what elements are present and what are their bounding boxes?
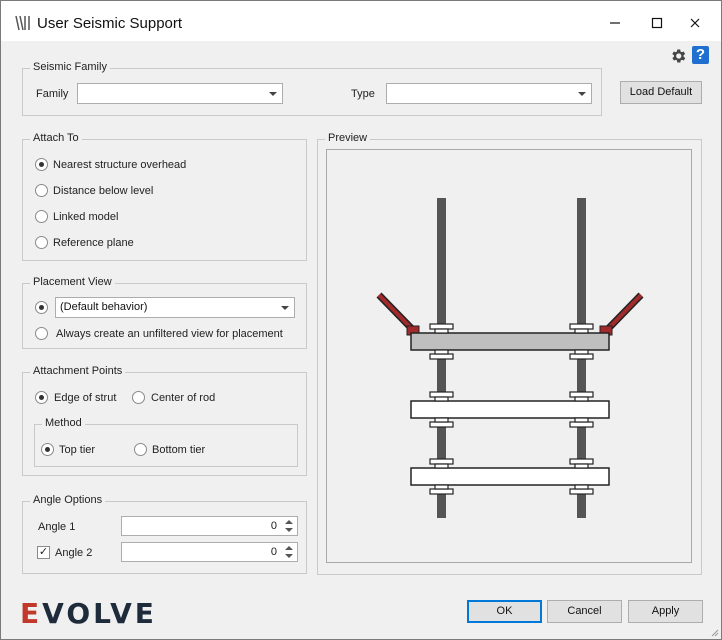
minimize-button[interactable] (595, 9, 635, 37)
family-combo[interactable] (77, 83, 283, 104)
placement-view-value: (Default behavior) (60, 301, 148, 313)
family-label: Family (36, 88, 69, 100)
placement-view-combo[interactable]: (Default behavior) (55, 297, 295, 318)
maximize-icon (651, 17, 663, 29)
chevron-down-icon (269, 92, 277, 96)
middle-strut (410, 400, 610, 419)
angle2-checkbox[interactable]: ✓ (37, 546, 50, 559)
preview-canvas (326, 149, 692, 563)
attach-distance-radio[interactable] (35, 184, 48, 197)
close-button[interactable] (675, 9, 715, 37)
attach-reference-label: Reference plane (53, 237, 134, 249)
right-brace (599, 292, 644, 336)
bottom-strut (410, 467, 610, 486)
placement-view-legend: Placement View (30, 276, 115, 288)
left-brace (376, 292, 420, 336)
attach-nearest-label: Nearest structure overhead (53, 159, 187, 171)
type-combo[interactable] (386, 83, 592, 104)
minimize-icon (610, 22, 620, 24)
ok-button[interactable]: OK (467, 600, 542, 623)
top-tier-radio[interactable] (41, 443, 54, 456)
spin-down-icon (285, 554, 293, 558)
top-tier-label: Top tier (59, 444, 96, 456)
attach-to-legend: Attach To (30, 132, 82, 144)
seismic-family-legend: Seismic Family (30, 61, 110, 73)
attach-distance-label: Distance below level (53, 185, 154, 197)
method-legend: Method (42, 417, 85, 429)
bottom-tier-radio[interactable] (134, 443, 147, 456)
load-default-button[interactable]: Load Default (620, 81, 702, 104)
help-icon[interactable]: ? (692, 46, 709, 64)
angle1-spinner[interactable] (283, 518, 295, 534)
spin-down-icon (285, 528, 293, 532)
center-of-rod-radio[interactable] (132, 391, 145, 404)
angle2-value: 0 (270, 546, 277, 558)
type-label: Type (351, 88, 375, 100)
placement-unfiltered-label: Always create an unfiltered view for pla… (56, 328, 283, 340)
maximize-button[interactable] (637, 9, 677, 37)
placement-unfiltered-radio[interactable] (35, 327, 48, 340)
window-title: User Seismic Support (37, 15, 183, 32)
angle1-label: Angle 1 (38, 521, 76, 533)
attach-reference-radio[interactable] (35, 236, 48, 249)
angle-options-legend: Angle Options (30, 494, 106, 506)
angle2-label: Angle 2 (55, 547, 93, 559)
support-diagram (376, 198, 644, 518)
angle-options-group: Angle Options (22, 494, 307, 574)
evolve-logo: EVOLVE (20, 597, 157, 630)
placement-default-radio[interactable] (35, 301, 48, 314)
dialog-window: User Seismic Support ? Seismic Family Fa… (0, 0, 722, 640)
edge-of-strut-label: Edge of strut (54, 392, 117, 404)
chevron-down-icon (578, 92, 586, 96)
resize-grip-icon[interactable] (709, 627, 719, 637)
spin-up-icon (285, 520, 293, 524)
preview-legend: Preview (325, 132, 371, 144)
edge-of-strut-radio[interactable] (35, 391, 48, 404)
angle1-input[interactable]: 0 (121, 516, 298, 536)
gear-icon[interactable] (669, 47, 687, 65)
app-icon (15, 15, 30, 31)
attach-nearest-radio[interactable] (35, 158, 48, 171)
center-of-rod-label: Center of rod (151, 392, 216, 404)
angle2-input[interactable]: 0 (121, 542, 298, 562)
attach-linked-label: Linked model (53, 211, 119, 223)
chevron-down-icon (281, 306, 289, 310)
close-icon (690, 18, 700, 28)
cancel-button[interactable]: Cancel (547, 600, 622, 623)
angle2-spinner[interactable] (283, 544, 295, 560)
angle1-value: 0 (270, 520, 277, 532)
spin-up-icon (285, 546, 293, 550)
attachment-points-legend: Attachment Points (30, 365, 126, 377)
bottom-tier-label: Bottom tier (152, 444, 206, 456)
attach-linked-radio[interactable] (35, 210, 48, 223)
title-bar: User Seismic Support (1, 1, 721, 41)
apply-button[interactable]: Apply (628, 600, 703, 623)
top-strut (410, 332, 610, 351)
